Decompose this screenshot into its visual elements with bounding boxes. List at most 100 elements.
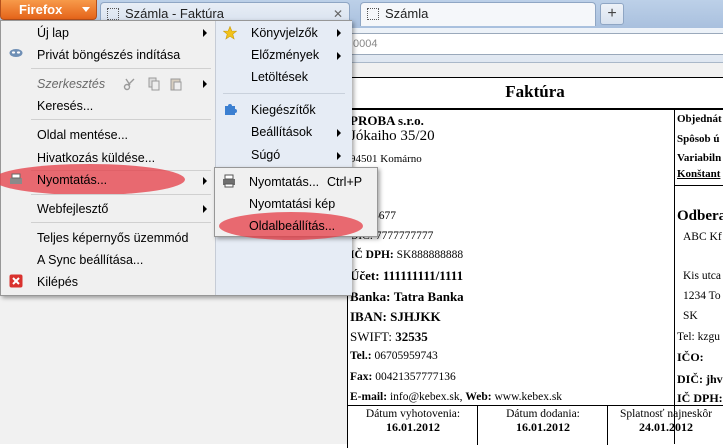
menu-private-browsing[interactable]: Privát böngészés indítása — [37, 45, 180, 65]
contact-row: E-mail: info@kebex.sk, Web: www.kebex.sk — [350, 391, 563, 403]
ucet-row: Účet: 111111111/1111 — [350, 268, 463, 284]
menu-history[interactable]: Előzmények — [251, 45, 319, 65]
tab-label: Számla — [385, 6, 429, 21]
print-shortcut: Ctrl+P — [327, 175, 363, 189]
customer-icdph: IČ DPH: — [677, 391, 723, 405]
company-city: 94501 Komárno — [350, 153, 422, 165]
menu-separator — [223, 93, 345, 94]
tab-szamla[interactable]: Számla — [360, 2, 596, 26]
ucet-label: Účet: — [350, 268, 380, 283]
customer-ico: IČO: — [677, 350, 704, 364]
firefox-app-menu: Új lap Privát böngészés indítása Szerkes… — [0, 20, 352, 296]
banka-label: Banka: — [350, 289, 391, 304]
submenu-arrow-icon — [203, 29, 207, 37]
url-bar[interactable]: 0004 — [346, 33, 723, 55]
date-delivery-box: Dátum dodania: 16.01.2012 — [477, 405, 608, 445]
customer-name: ABC Kf — [683, 231, 722, 243]
menu-print[interactable]: Nyomtatás... — [37, 170, 107, 190]
page-icon — [367, 8, 379, 20]
submenu-arrow-icon — [203, 80, 207, 88]
invoice-title: Faktúra — [347, 78, 723, 110]
menu-save-page[interactable]: Oldal mentése... — [37, 125, 128, 145]
menu-sync-setup[interactable]: A Sync beállítása... — [37, 250, 143, 270]
tab-label: Számla - Faktúra — [125, 6, 224, 21]
date-due-label: Splatnosť najneskôr — [619, 408, 713, 420]
swift-label: SWIFT: — [350, 329, 392, 344]
menu-separator — [31, 222, 211, 223]
submenu-arrow-icon — [337, 152, 341, 160]
date-delivery-label: Dátum dodania: — [506, 408, 580, 420]
tel-value: 06705959743 — [374, 350, 438, 362]
submenu-print-preview[interactable]: Nyomtatási kép — [249, 194, 335, 214]
submenu-arrow-icon — [337, 129, 341, 137]
menu-downloads[interactable]: Letöltések — [251, 67, 308, 87]
submenu-print[interactable]: Nyomtatás... — [249, 172, 319, 192]
printer-icon — [223, 174, 235, 188]
menu-web-developer[interactable]: Webfejlesztő — [37, 199, 108, 219]
paste-icon — [170, 78, 182, 91]
menu-fullscreen[interactable]: Teljes képernyős üzemmód — [37, 228, 188, 248]
company-street: Jókaiho 35/20 — [350, 128, 435, 144]
icdph-label: IČ DPH: — [350, 249, 394, 261]
customer-dic: DIČ: jhv — [677, 372, 723, 386]
menu-find[interactable]: Keresés... — [37, 96, 93, 116]
menu-addons[interactable]: Kiegészítők — [251, 100, 316, 120]
banka-row: Banka: Tatra Banka — [350, 289, 464, 305]
swift-value: 32535 — [395, 329, 428, 344]
copy-icon — [148, 77, 160, 91]
puzzle-piece-icon — [225, 104, 237, 115]
swift-row: SWIFT: 32535 — [350, 329, 428, 345]
exit-icon — [9, 274, 23, 288]
email-value[interactable]: info@kebex.sk — [390, 391, 460, 403]
date-delivery-value: 16.01.2012 — [516, 420, 570, 434]
customer-city: 1234 To — [683, 290, 721, 302]
menu-options[interactable]: Beállítások — [251, 122, 312, 142]
variabilny-label: Variabiln — [677, 152, 722, 164]
fax-row: Fax: 00421357777136 — [350, 371, 456, 383]
cut-icon — [123, 78, 135, 91]
section-divider — [675, 185, 723, 186]
submenu-arrow-icon — [337, 29, 341, 37]
fax-label: Fax: — [350, 371, 373, 383]
menu-new-tab[interactable]: Új lap — [37, 23, 69, 43]
menu-separator — [31, 119, 211, 120]
star-icon — [223, 26, 237, 40]
customer-country: SK — [683, 310, 698, 322]
email-label: E-mail: — [350, 391, 388, 403]
submenu-arrow-icon — [203, 205, 207, 213]
firefox-button-label: Firefox — [19, 2, 63, 17]
company-name: PROBA s.r.o. — [350, 113, 424, 128]
date-due-value: 24.01.2012 — [639, 420, 693, 434]
submenu-arrow-icon — [203, 177, 207, 185]
tel-row: Tel.: 06705959743 — [350, 350, 438, 362]
date-issued-label: Dátum vyhotovenia: — [365, 408, 461, 420]
new-tab-button[interactable]: + — [600, 3, 624, 25]
menu-edit: Szerkesztés — [37, 77, 106, 91]
fax-value: 00421357777136 — [375, 371, 456, 383]
page-icon — [107, 8, 119, 20]
customer-tel: Tel: kzgu — [677, 331, 720, 343]
objednavka-label: Objednát — [677, 113, 722, 125]
web-value[interactable]: www.kebex.sk — [494, 391, 562, 403]
sposob-label: Spôsob ú — [677, 133, 720, 145]
customer-street: Kis utca — [683, 270, 722, 282]
private-mask-icon — [9, 49, 23, 57]
icdph-value: SK888888888 — [396, 249, 464, 261]
tel-label: Tel.: — [350, 350, 372, 362]
menu-separator — [31, 68, 211, 69]
date-due-box: Splatnosť najneskôr 24.01.2012 — [607, 405, 723, 445]
menu-bookmarks[interactable]: Könyvjelzők — [251, 23, 318, 43]
chevron-down-icon — [82, 7, 90, 12]
menu-separator — [31, 194, 211, 195]
odberatel-label: Odbera — [677, 208, 723, 224]
submenu-page-setup[interactable]: Oldalbeállítás... — [249, 216, 335, 236]
banka-value: Tatra Banka — [393, 289, 464, 304]
date-issued-box: Dátum vyhotovenia: 16.01.2012 — [347, 405, 478, 445]
url-text: 0004 — [353, 38, 378, 50]
date-issued-value: 16.01.2012 — [386, 420, 440, 434]
firefox-menu-button[interactable]: Firefox — [0, 0, 97, 20]
menu-help[interactable]: Súgó — [251, 145, 280, 165]
printer-icon — [10, 173, 22, 184]
konstantny-label: Konštant — [677, 168, 721, 180]
menu-exit[interactable]: Kilépés — [37, 272, 78, 292]
